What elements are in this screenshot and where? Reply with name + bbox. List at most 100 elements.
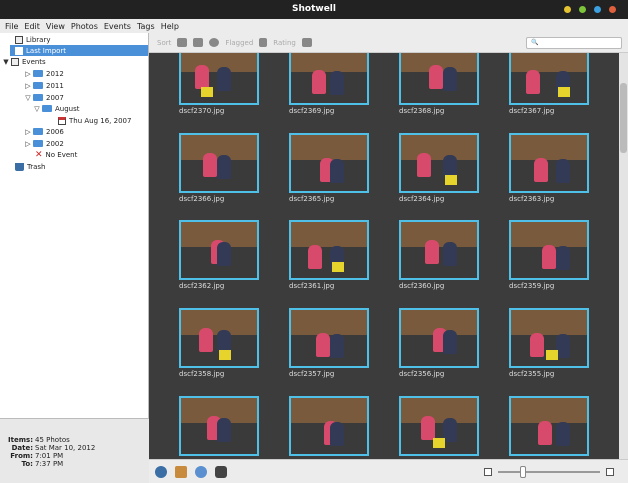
photo-image[interactable]: [289, 53, 369, 105]
photo-thumbnail[interactable]: dscf2368.jpg: [399, 53, 479, 115]
sidebar-item-2002[interactable]: ▷ 2002: [24, 138, 64, 149]
photo-image[interactable]: [179, 396, 259, 456]
chevron-right-icon[interactable]: ▷: [24, 82, 32, 90]
enhance-icon[interactable]: [175, 465, 187, 478]
photo-image[interactable]: [179, 220, 259, 280]
menu-events[interactable]: Events: [101, 22, 134, 31]
rating-filter-icon[interactable]: [301, 38, 312, 47]
restore-button[interactable]: [594, 6, 601, 13]
folder-icon: [33, 82, 43, 89]
zoom-slider[interactable]: [484, 466, 614, 478]
maximize-button[interactable]: [579, 6, 586, 13]
chevron-right-icon[interactable]: ▷: [24, 128, 32, 136]
chevron-down-icon[interactable]: ▼: [2, 58, 10, 66]
photo-image[interactable]: [289, 396, 369, 456]
photo-thumbnail[interactable]: dscf2355.jpg: [509, 308, 589, 378]
photo-image[interactable]: [289, 220, 369, 280]
folder-icon: [42, 105, 52, 112]
photo-filename: dscf2357.jpg: [289, 370, 335, 378]
photo-thumbnail[interactable]: dscf2364.jpg: [399, 133, 479, 203]
photo-image[interactable]: [179, 133, 259, 193]
photo-thumbnail[interactable]: dscf2360.jpg: [399, 220, 479, 290]
photo-thumbnail[interactable]: dscf2358.jpg: [179, 308, 259, 378]
menu-edit[interactable]: Edit: [21, 22, 43, 31]
photo-thumbnail[interactable]: dscf2359.jpg: [509, 220, 589, 290]
zoom-knob[interactable]: [520, 466, 526, 478]
photo-image[interactable]: [179, 53, 259, 105]
photo-filename: dscf2355.jpg: [509, 370, 555, 378]
chevron-down-icon[interactable]: ▽: [33, 105, 41, 113]
folder-icon: [33, 70, 43, 77]
sidebar-item-2012[interactable]: ▷ 2012: [24, 68, 64, 79]
photo-thumbnail[interactable]: dscf2367.jpg: [509, 53, 589, 115]
photo-image[interactable]: [509, 133, 589, 193]
sidebar-item-label: 2007: [46, 93, 64, 102]
photo-image[interactable]: [179, 308, 259, 368]
photo-image[interactable]: [509, 53, 589, 105]
rotate-icon[interactable]: [155, 465, 167, 478]
photo-thumbnail[interactable]: dscf2362.jpg: [179, 220, 259, 290]
photo-image[interactable]: [289, 133, 369, 193]
photo-image[interactable]: [509, 308, 589, 368]
photo-thumbnail[interactable]: [289, 396, 369, 458]
publish-icon[interactable]: [195, 465, 207, 478]
sidebar-item-label: Events: [22, 57, 46, 66]
menu-view[interactable]: View: [43, 22, 68, 31]
chevron-right-icon[interactable]: ▷: [24, 70, 32, 78]
sidebar-item-2011[interactable]: ▷ 2011: [24, 80, 64, 91]
scrollbar-thumb[interactable]: [620, 83, 627, 153]
zoom-in-icon[interactable]: [606, 468, 614, 476]
sidebar-item-label: 2011: [46, 81, 64, 90]
photo-thumbnail[interactable]: dscf2361.jpg: [289, 220, 369, 290]
search-icon: 🔍: [531, 39, 539, 46]
sidebar-item-2006[interactable]: ▷ 2006: [24, 126, 64, 137]
photo-thumbnail[interactable]: [509, 396, 589, 458]
folder-icon: [33, 140, 43, 147]
minimize-button[interactable]: [564, 6, 571, 13]
sidebar-item-aug-16[interactable]: Thu Aug 16, 2007: [57, 115, 131, 126]
photo-image[interactable]: [509, 396, 589, 456]
photo-thumbnail[interactable]: dscf2366.jpg: [179, 133, 259, 203]
photo-filename: dscf2363.jpg: [509, 195, 555, 203]
sidebar-item-2007[interactable]: ▽ 2007: [24, 92, 64, 103]
chevron-right-icon[interactable]: ▷: [24, 140, 32, 148]
photo-thumbnail[interactable]: dscf2369.jpg: [289, 53, 369, 115]
menu-photos[interactable]: Photos: [68, 22, 101, 31]
info-to: To: 7:37 PM: [21, 460, 64, 468]
search-icon[interactable]: [215, 465, 227, 478]
photo-thumbnail[interactable]: [179, 396, 259, 458]
photo-image[interactable]: [399, 308, 479, 368]
photo-thumbnail[interactable]: [399, 396, 479, 458]
photo-image[interactable]: [399, 53, 479, 105]
search-input[interactable]: 🔍: [526, 37, 622, 49]
menu-help[interactable]: Help: [158, 22, 182, 31]
sidebar-item-events[interactable]: ▼ Events: [2, 56, 46, 67]
scrollbar[interactable]: [619, 53, 628, 459]
photo-thumbnail[interactable]: dscf2357.jpg: [289, 308, 369, 378]
photo-thumbnail[interactable]: dscf2370.jpg: [179, 53, 259, 115]
photo-image[interactable]: [399, 396, 479, 456]
photo-image[interactable]: [509, 220, 589, 280]
sidebar-item-august[interactable]: ▽ August: [33, 103, 79, 114]
print-icon[interactable]: [193, 38, 204, 47]
sidebar-item-library[interactable]: Library: [14, 34, 50, 45]
photo-image[interactable]: [399, 133, 479, 193]
zoom-out-icon[interactable]: [484, 468, 492, 476]
flag-icon[interactable]: [259, 38, 268, 47]
photo-image[interactable]: [289, 308, 369, 368]
photo-thumbnail[interactable]: dscf2365.jpg: [289, 133, 369, 203]
sidebar-item-label: Library: [26, 35, 51, 44]
photo-thumbnail[interactable]: dscf2363.jpg: [509, 133, 589, 203]
menu-tags[interactable]: Tags: [134, 22, 158, 31]
sidebar-item-trash[interactable]: Trash: [14, 161, 46, 172]
chevron-down-icon[interactable]: ▽: [24, 94, 32, 102]
sidebar-item-last-import[interactable]: Last Import: [10, 45, 148, 56]
close-button[interactable]: [609, 6, 616, 13]
sort-icon[interactable]: [177, 38, 188, 47]
zoom-track[interactable]: [498, 471, 600, 473]
photo-image[interactable]: [399, 220, 479, 280]
publish-icon[interactable]: [209, 38, 220, 47]
photo-thumbnail[interactable]: dscf2356.jpg: [399, 308, 479, 378]
sidebar-item-no-event[interactable]: ✕ No Event: [34, 149, 77, 160]
menu-file[interactable]: File: [2, 22, 21, 31]
